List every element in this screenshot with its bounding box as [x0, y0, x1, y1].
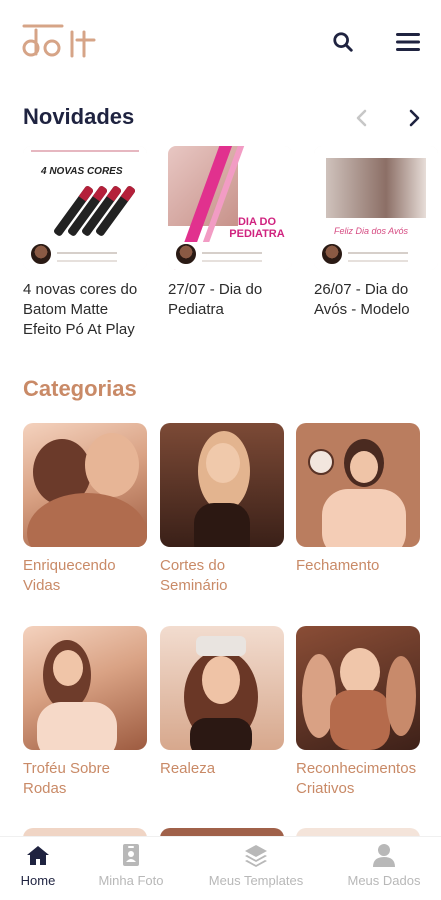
news-card[interactable]: 4 NOVAS CORES 4 novas cores do Batom Mat…	[23, 146, 147, 340]
category-thumbnail	[160, 423, 284, 547]
nav-meus-templates[interactable]: Meus Templates	[204, 843, 308, 895]
user-icon	[372, 843, 396, 867]
category-card[interactable]: Realeza	[160, 626, 284, 779]
photo-badge-icon	[119, 843, 143, 867]
category-label: Fechamento	[296, 557, 380, 574]
menu-button[interactable]	[392, 26, 424, 58]
category-card[interactable]: Reconhecimentos Criativos	[296, 626, 420, 799]
news-thumb-title: Feliz Dia dos Avós	[334, 226, 409, 236]
news-thumbnail: 4 NOVAS CORES	[23, 146, 147, 270]
news-thumbnail: Feliz Dia dos Avós	[314, 146, 438, 270]
nav-label: Home	[20, 873, 56, 888]
category-label: Realeza	[160, 760, 216, 777]
category-thumbnail	[23, 626, 147, 750]
news-card-label: 4 novas cores do Batom Matte Efeito Pó A…	[23, 281, 138, 338]
category-label: Reconhecimentos Criativos	[296, 760, 417, 797]
hamburger-menu-icon	[396, 33, 420, 51]
app-logo[interactable]	[22, 20, 102, 64]
categorias-title: Categorias	[23, 376, 137, 401]
category-label: Troféu Sobre Rodas	[23, 760, 110, 797]
nav-label: Meus Dados	[347, 873, 421, 888]
news-card[interactable]: DIA DO PEDIATRA 27/07 - Dia do Pediatra	[168, 146, 292, 320]
carousel-prev-button[interactable]	[348, 104, 376, 132]
category-card[interactable]: Fechamento	[296, 423, 420, 576]
novidades-title: Novidades	[23, 104, 135, 129]
search-icon	[333, 32, 353, 52]
avatar	[29, 242, 53, 266]
category-label: Cortes do Seminário	[160, 557, 228, 594]
chevron-left-icon	[356, 109, 367, 127]
nav-minha-foto[interactable]: Minha Foto	[94, 843, 168, 895]
category-thumbnail	[23, 423, 147, 547]
avatar	[174, 242, 198, 266]
category-card[interactable]: Enriquecendo Vidas	[23, 423, 147, 596]
category-thumbnail	[160, 626, 284, 750]
category-label: Enriquecendo Vidas	[23, 557, 116, 594]
novidades-carousel[interactable]: 4 NOVAS CORES 4 novas cores do Batom Mat…	[23, 146, 441, 346]
app-header	[0, 0, 441, 90]
news-thumbnail: DIA DO PEDIATRA	[168, 146, 292, 270]
news-card-label: 26/07 - Dia do Avós - Modelo	[314, 281, 410, 318]
category-thumbnail	[296, 423, 420, 547]
category-card[interactable]: Cortes do Seminário	[160, 423, 284, 596]
carousel-next-button[interactable]	[400, 104, 428, 132]
nav-home[interactable]: Home	[14, 843, 62, 895]
bottom-navigation: Home Minha Foto Meus Templates Meus Dado…	[0, 836, 441, 900]
layers-icon	[244, 843, 268, 867]
nav-meus-dados[interactable]: Meus Dados	[342, 843, 426, 895]
category-thumbnail	[296, 626, 420, 750]
news-card[interactable]: Feliz Dia dos Avós 26/07 - Dia do Avós -…	[314, 146, 438, 320]
home-icon	[26, 843, 50, 867]
avatar	[320, 242, 344, 266]
news-card-label: 27/07 - Dia do Pediatra	[168, 281, 263, 318]
nav-label: Minha Foto	[98, 873, 164, 888]
news-thumb-title: 4 NOVAS CORES	[41, 166, 123, 177]
search-button[interactable]	[327, 26, 359, 58]
chevron-right-icon	[409, 109, 420, 127]
news-thumb-title: DIA DO PEDIATRA	[229, 216, 285, 240]
nav-label: Meus Templates	[208, 873, 304, 888]
category-card[interactable]: Troféu Sobre Rodas	[23, 626, 147, 799]
